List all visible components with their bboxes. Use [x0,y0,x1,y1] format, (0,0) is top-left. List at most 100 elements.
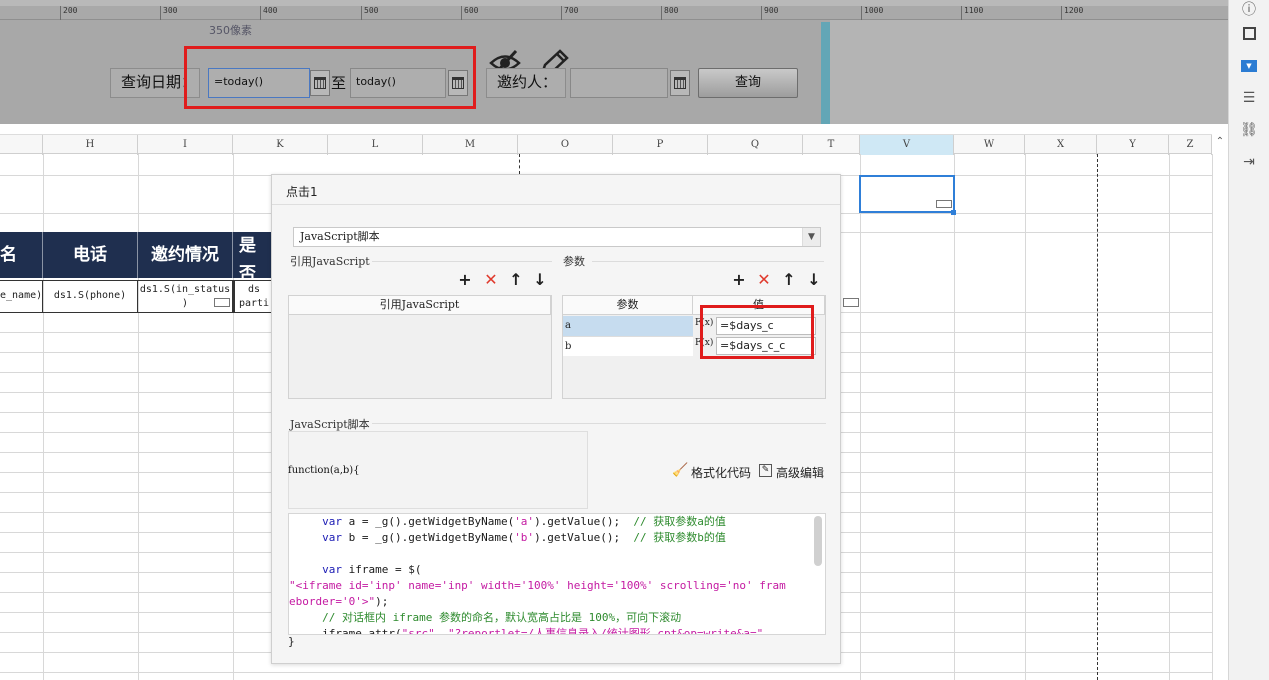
divider [592,261,824,262]
ruler-tick: 200 [60,6,77,20]
fill-handle[interactable] [951,210,956,215]
delete-icon[interactable]: ✕ [755,271,773,289]
code-token: iframe = $( [342,563,422,576]
parameter-panel-extended [830,20,1228,124]
column-header[interactable]: P [613,135,708,155]
inviter-input[interactable] [570,68,668,98]
frame-icon[interactable] [1240,24,1258,42]
column-header[interactable]: Z [1169,135,1212,155]
code-token: a = _g().getWidgetByName( [342,515,515,528]
column-header[interactable]: W [954,135,1025,155]
inviter-label: 邀约人： [486,68,566,98]
script-type-select[interactable]: JavaScript脚本 ▼ [293,227,821,247]
table-header-cell[interactable]: 是否 [233,232,273,284]
arrow-down-icon[interactable]: ↓ [531,271,549,289]
ruler-tick: 800 [661,6,678,20]
column-header[interactable]: X [1025,135,1097,155]
column-header[interactable]: K [233,135,328,155]
info-icon[interactable]: ⓘ [1240,0,1258,18]
ruler-tick: 400 [260,6,277,20]
cell-border [0,280,273,281]
query-button[interactable]: 查询 [698,68,798,98]
code-token: ).getValue(); [534,531,621,544]
event-dialog: 点击1 JavaScript脚本 ▼ 引用JavaScript + ✕ ↑ ↓ … [271,174,841,664]
add-icon[interactable]: + [730,271,748,289]
add-icon[interactable]: + [456,271,474,289]
column-header-selected[interactable]: V [860,135,954,155]
column-header[interactable]: I [138,135,233,155]
code-comment: // 对话框内 iframe 参数的命名，默认宽高占比是 100%，可向下滚动 [322,611,682,624]
data-cell[interactable]: e_name) [0,280,43,312]
page-break-line [1097,154,1098,680]
data-cell[interactable]: ds parti [235,280,273,312]
code-token: "src" [401,627,435,635]
arrow-up-icon[interactable]: ↑ [780,271,798,289]
ref-js-list[interactable]: 引用JavaScript [288,295,552,399]
code-token: b = _g().getWidgetByName( [342,531,515,544]
scroll-up-icon[interactable]: ⌃ [1213,135,1227,149]
ruler-tick: 900 [761,6,778,20]
highlight-box [700,305,814,359]
ref-js-section-title: 引用JavaScript [290,255,370,268]
ruler-tick: 500 [361,6,378,20]
data-cell[interactable]: ds1.S(phone) [43,280,138,312]
code-token: var [322,563,342,576]
advanced-edit-button[interactable]: 高级编辑 [776,464,824,481]
ruler-width-note: 350像素 [209,24,252,37]
code-token: , [434,627,448,635]
code-scrollbar[interactable] [814,516,822,566]
picker-icon[interactable] [670,70,690,96]
table-header-cell[interactable]: 邀约情况 [138,232,233,278]
chevron-down-icon[interactable]: ▼ [802,228,820,246]
js-section-title: JavaScript脚本 [290,418,370,431]
arrow-up-icon[interactable]: ↑ [507,271,525,289]
column-header[interactable]: L [328,135,423,155]
table-header-cell[interactable]: 电话 [43,232,138,278]
cell-border [0,312,273,313]
ruler-tick: 600 [461,6,478,20]
code-token: ).getValue(); [534,515,621,528]
divider [372,261,552,262]
dialog-title: 点击1 [286,185,318,199]
code-token: 'b' [514,531,535,544]
cell-expand-icon[interactable] [214,298,230,307]
code-token: var [322,531,342,544]
code-token: "?reportlet=/人事信息录入/统计图形.cpt&op=write&a=… [447,627,764,635]
code-comment: // 获取参数b的值 [633,531,726,544]
code-token: 'a' [514,515,535,528]
parameter-width-handle[interactable] [821,22,830,124]
arrow-down-icon[interactable]: ↓ [805,271,823,289]
cell-expand-icon[interactable] [936,200,952,208]
ruler-tick: 300 [160,6,177,20]
code-token: eborder='0'>" [289,595,376,608]
ruler-tick: 1000 [861,6,883,20]
edit-icon[interactable]: ✎ [759,464,772,477]
data-cell[interactable]: ds1.S(in_status ) [138,280,233,312]
table-header-cell[interactable]: 名 [0,232,43,278]
column-header [0,135,43,155]
column-header[interactable]: T [803,135,860,155]
param-name-cell[interactable]: a [563,316,693,336]
column-header[interactable]: Y [1097,135,1169,155]
dropdown-widget-icon[interactable]: ▼ [1240,57,1258,75]
column-header[interactable]: Q [708,135,803,155]
delete-icon[interactable]: ✕ [482,271,500,289]
ruler-tick: 700 [561,6,578,20]
cell-expand-icon[interactable] [843,298,859,307]
column-header[interactable]: M [423,135,518,155]
code-editor[interactable]: var a = _g().getWidgetByName('a').getVal… [288,513,826,635]
params-section-title: 参数 [563,255,585,268]
link-icon[interactable]: ⛓ [1240,121,1258,139]
code-token: iframe.attr( [322,627,402,635]
import-icon[interactable]: ⇥ [1240,153,1258,171]
param-name-cell[interactable]: b [563,336,693,356]
column-header[interactable]: O [518,135,613,155]
highlight-box [184,46,476,109]
grid-line [0,672,1212,673]
format-code-button[interactable]: 格式化代码 [691,464,751,481]
layout-icon[interactable]: ☰ [1240,89,1258,107]
function-signature: function(a,b){ [288,465,360,476]
cell-text: parti [238,298,270,309]
column-header[interactable]: H [43,135,138,155]
broom-icon[interactable]: 🧹 [672,463,688,478]
